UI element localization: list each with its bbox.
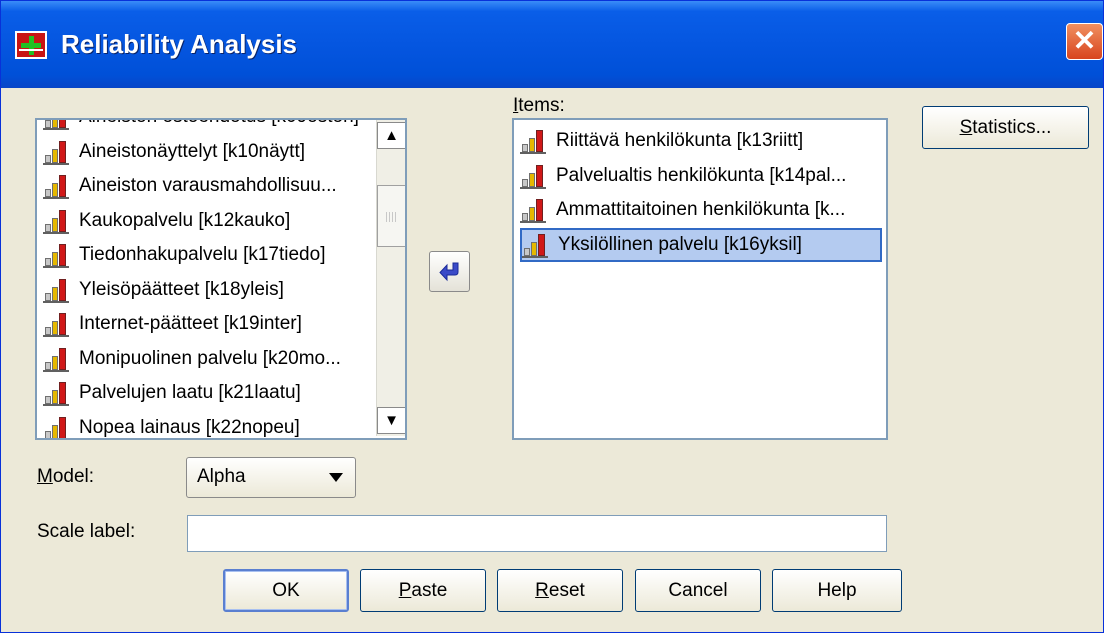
scale-variable-icon [520, 197, 546, 223]
items-label: Items: [513, 95, 565, 116]
scale-variable-icon [43, 380, 69, 406]
list-item[interactable]: Palvelualtis henkilökunta [k14pal... [520, 159, 882, 193]
list-item[interactable]: Yleisöpäätteet [k18yleis] [43, 273, 373, 307]
chevron-down-icon [329, 473, 343, 482]
source-list-scrollbar[interactable]: ▲ ▼ [376, 120, 405, 436]
list-item[interactable]: Nopea lainaus [k22nopeu] [43, 411, 373, 438]
scroll-thumb[interactable] [377, 185, 405, 247]
scale-variable-icon [43, 346, 69, 372]
list-item-label: Riittävä henkilökunta [k13riitt] [556, 130, 804, 151]
list-item[interactable]: Monipuolinen palvelu [k20mo... [43, 342, 373, 376]
scale-variable-icon [520, 163, 546, 189]
list-item-label: Aineistonäyttelyt [k10näytt] [79, 140, 306, 162]
move-arrow-icon [439, 262, 459, 282]
scroll-down-icon: ▼ [384, 412, 399, 429]
dialog-body: Aineiston ostoehdotus [k09ostoh] Aineisto… [1, 88, 1103, 632]
list-item-label: Monipuolinen palvelu [k20mo... [79, 347, 341, 369]
close-icon: ✕ [1072, 25, 1097, 56]
list-item-label: Internet-päätteet [k19inter] [79, 313, 302, 334]
list-item-label: Aineiston varausmahdollisuu... [79, 175, 337, 196]
scroll-down-button[interactable]: ▼ [377, 407, 405, 434]
paste-button[interactable]: Paste [360, 569, 486, 612]
ok-button[interactable]: OK [223, 569, 349, 612]
model-dropdown[interactable]: Alpha [186, 457, 356, 498]
reliability-analysis-dialog: Reliability Analysis ✕ Aineiston ostoehd… [0, 0, 1104, 633]
list-item-label: Aineiston ostoehdotus [k09ostoh] [75, 120, 363, 130]
list-item-label: Tiedonhakupalvelu [k17tiedo] [79, 244, 326, 265]
scroll-up-icon: ▲ [384, 127, 399, 144]
list-item-label: Yksilöllinen palvelu [k16yksil] [558, 233, 802, 255]
list-item[interactable]: Ammattitaitoinen henkilökunta [k... [520, 193, 882, 227]
items-list[interactable]: Riittävä henkilökunta [k13riitt] Palvelua… [512, 118, 888, 440]
list-item[interactable]: Kaukopalvelu [k12kauko] [43, 204, 373, 238]
statistics-button[interactable]: Statistics... [922, 106, 1089, 149]
list-item[interactable]: Palvelujen laatu [k21laatu] [43, 376, 373, 410]
move-to-items-button[interactable] [429, 251, 470, 292]
scale-variable-icon [520, 128, 546, 154]
list-item[interactable]: Aineiston varausmahdollisuu... [43, 169, 373, 203]
scale-variable-icon [43, 208, 69, 234]
list-item[interactable]: Aineistonäyttelyt [k10näytt] [43, 135, 373, 169]
list-item-label: Kaukopalvelu [k12kauko] [79, 209, 291, 231]
list-item-label: Yleisöpäätteet [k18yleis] [79, 278, 284, 300]
list-item[interactable]: Riittävä henkilökunta [k13riitt] [520, 124, 882, 158]
model-label: Model: [37, 466, 95, 487]
list-item[interactable]: Yksilöllinen palvelu [k16yksil] [520, 227, 882, 262]
scale-variable-icon [522, 232, 548, 258]
cancel-button[interactable]: Cancel [635, 569, 761, 612]
title-bar[interactable]: Reliability Analysis ✕ [1, 1, 1103, 88]
scale-label-label: Scale label: [37, 521, 136, 542]
list-item-label: Ammattitaitoinen henkilökunta [k... [556, 199, 846, 220]
list-item-label: Nopea lainaus [k22nopeu] [79, 416, 300, 438]
help-button[interactable]: Help [772, 569, 902, 612]
scale-variable-icon [43, 139, 69, 165]
source-variable-list[interactable]: Aineiston ostoehdotus [k09ostoh] Aineisto… [35, 118, 407, 440]
scroll-up-button[interactable]: ▲ [377, 122, 405, 149]
scale-variable-icon [43, 242, 69, 268]
list-item-label: Palvelujen laatu [k21laatu] [79, 382, 301, 403]
scale-variable-icon [43, 277, 69, 303]
spss-app-icon [15, 31, 47, 59]
window-title: Reliability Analysis [61, 29, 298, 59]
list-item[interactable]: Tiedonhakupalvelu [k17tiedo] [43, 238, 373, 272]
reset-button[interactable]: Reset [497, 569, 623, 612]
scale-variable-icon [43, 120, 69, 130]
scale-variable-icon [43, 173, 69, 199]
scale-label-input[interactable] [187, 515, 887, 552]
list-item[interactable]: Internet-päätteet [k19inter] [43, 307, 373, 341]
model-value: Alpha [197, 466, 246, 487]
scale-variable-icon [43, 311, 69, 337]
scale-variable-icon [43, 415, 69, 438]
close-button[interactable]: ✕ [1066, 23, 1103, 60]
list-item-label: Palvelualtis henkilökunta [k14pal... [556, 164, 847, 186]
list-item[interactable]: Aineiston ostoehdotus [k09ostoh] [43, 120, 373, 134]
